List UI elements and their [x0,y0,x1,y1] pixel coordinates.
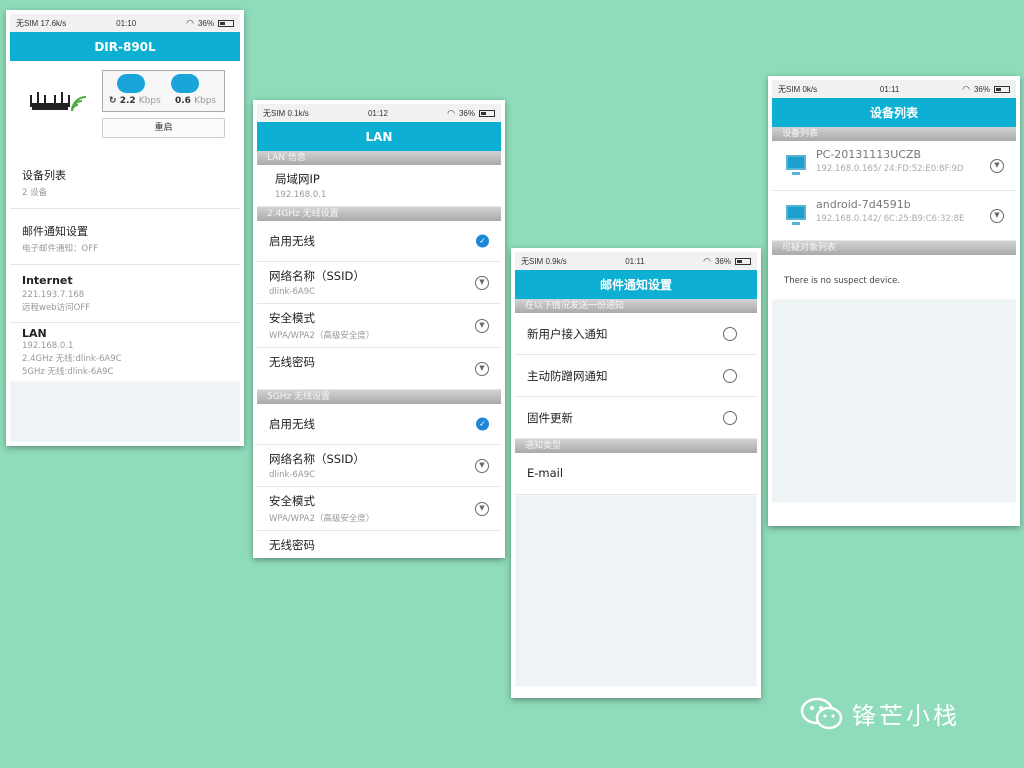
battery-icon [218,19,234,27]
section-header: 可疑对象列表 [772,241,1016,255]
page-title: 设备列表 [772,98,1016,127]
option-firmware[interactable]: 固件更新 [515,397,757,439]
suspect-empty-row: There is no suspect device. [772,255,1016,299]
status-time: 01:11 [625,256,645,266]
menu-item-mail-notify[interactable]: 邮件通知设置 电子邮件通知：OFF [10,209,240,265]
empty-area [515,495,757,687]
status-time: 01:11 [879,84,900,94]
menu-item-lan[interactable]: LAN 192.168.0.1 2.4GHz 无线:dlink-6A9C 5GH… [10,323,240,381]
computer-icon [786,205,806,225]
status-bar: 无SIM 0k/s 01:11 ◠ 36% [772,80,1016,98]
battery-icon [478,109,495,117]
wechat-icon [800,697,843,729]
chevron-down-icon[interactable]: ▼ [475,361,489,376]
chevron-down-icon[interactable]: ▼ [990,208,1004,223]
status-carrier: 无SIM 0k/s [778,84,818,94]
phone-screen-home: 无SIM 17.6k/s 01:10 ◠ 36% DIR-890L ↻ 2.2 K… [6,10,244,446]
status-carrier: 无SIM 17.6k/s [16,18,67,28]
section-header: 在以下情况发送一份通知 [515,299,757,313]
radio-unchecked-icon[interactable] [723,326,737,341]
phone-screen-mail-notify: 无SIM 0.9k/s 01:11 ◠ 36% 邮件通知设置 在以下情况发送一份通… [511,248,761,698]
chevron-down-icon[interactable]: ▼ [475,275,489,290]
device-row[interactable]: PC-20131113UCZB 192.168.0.165/ 24:FD:52:… [772,141,1016,191]
router-icon [30,92,86,112]
empty-area [10,381,240,442]
status-battery: 36% [714,256,731,266]
upload-cloud-icon [171,74,199,93]
status-bar: 无SIM 0.9k/s 01:11 ◠ 36% [515,252,757,270]
password-24-row[interactable]: 无线密码 ▼ [257,348,501,390]
speed-panel: ↻ 2.2 Kbps 0.6 Kbps [102,70,225,112]
chevron-down-icon[interactable]: ▼ [475,501,489,516]
section-header: 5GHz 无线设置 [257,390,501,404]
section-header: 2.4GHz 无线设置 [257,207,501,221]
enable-wireless-24-row[interactable]: 启用无线 ✓ [257,221,501,262]
phone-screen-device-list: 无SIM 0k/s 01:11 ◠ 36% 设备列表 设备列表 PC-201311… [768,76,1020,526]
checkbox-checked-icon[interactable]: ✓ [476,417,489,431]
router-summary: ↻ 2.2 Kbps 0.6 Kbps 重启 [10,61,240,153]
option-anti-leech[interactable]: 主动防蹭网通知 [515,355,757,397]
option-new-user[interactable]: 新用户接入通知 [515,313,757,355]
status-battery: 36% [197,18,214,28]
status-time: 01:12 [367,108,388,118]
battery-icon [994,85,1010,93]
security-5-row[interactable]: 安全模式 WPA/WPA2（高级安全度） ▼ [257,487,501,531]
status-time: 01:10 [116,18,137,28]
status-carrier: 无SIM 0.1k/s [263,108,309,118]
status-battery: 36% [458,108,475,118]
watermark-text: 锋芒小栈 [852,702,960,730]
page-title: DIR-890L [10,32,240,61]
computer-icon [786,155,806,175]
radio-unchecked-icon[interactable] [723,368,737,383]
section-header: LAN 信息 [257,151,501,165]
enable-wireless-5-row[interactable]: 启用无线 ✓ [257,404,501,445]
checkbox-checked-icon[interactable]: ✓ [476,234,489,248]
upload-speed: 0.6 [175,96,191,106]
radio-unchecked-icon[interactable] [723,410,737,425]
wifi-icon: ◠ [703,255,711,266]
menu-item-internet[interactable]: Internet 221.193.7.168 远程web访问OFF [10,265,240,323]
status-bar: 无SIM 0.1k/s 01:12 ◠ 36% [257,104,501,122]
page-title: 邮件通知设置 [515,270,757,299]
notify-type-row[interactable]: E-mail [515,453,757,495]
password-5-row[interactable]: 无线密码 [257,531,501,554]
page-title: LAN [257,122,501,151]
menu-item-device-list[interactable]: 设备列表 2 设备 [10,153,240,209]
reboot-button[interactable]: 重启 [102,118,225,138]
chevron-down-icon[interactable]: ▼ [475,458,489,473]
lan-ip-row: 局域网IP 192.168.0.1 [257,165,501,207]
wifi-icon: ◠ [962,83,970,94]
watermark: 锋芒小栈 [800,696,960,731]
security-24-row[interactable]: 安全模式 WPA/WPA2（高级安全度） ▼ [257,304,501,348]
download-cloud-icon [117,74,145,93]
wifi-icon: ◠ [447,107,455,118]
status-battery: 36% [973,84,990,94]
chevron-down-icon[interactable]: ▼ [475,318,489,333]
device-row[interactable]: android-7d4591b 192.168.0.142/ 6C:25:B9:… [772,191,1016,241]
empty-area [772,299,1016,503]
download-speed: 2.2 [119,96,136,106]
ssid-5-row[interactable]: 网络名称（SSID） dlink-6A9C ▼ [257,445,501,487]
ssid-24-row[interactable]: 网络名称（SSID） dlink-6A9C ▼ [257,262,501,304]
wifi-icon: ◠ [186,17,194,28]
battery-icon [734,257,751,265]
section-header: 设备列表 [772,127,1016,141]
section-header: 通知类型 [515,439,757,453]
status-bar: 无SIM 17.6k/s 01:10 ◠ 36% [10,14,240,32]
chevron-down-icon[interactable]: ▼ [990,158,1004,173]
status-carrier: 无SIM 0.9k/s [521,256,567,266]
phone-screen-lan: 无SIM 0.1k/s 01:12 ◠ 36% LAN LAN 信息 局域网IP … [253,100,505,558]
